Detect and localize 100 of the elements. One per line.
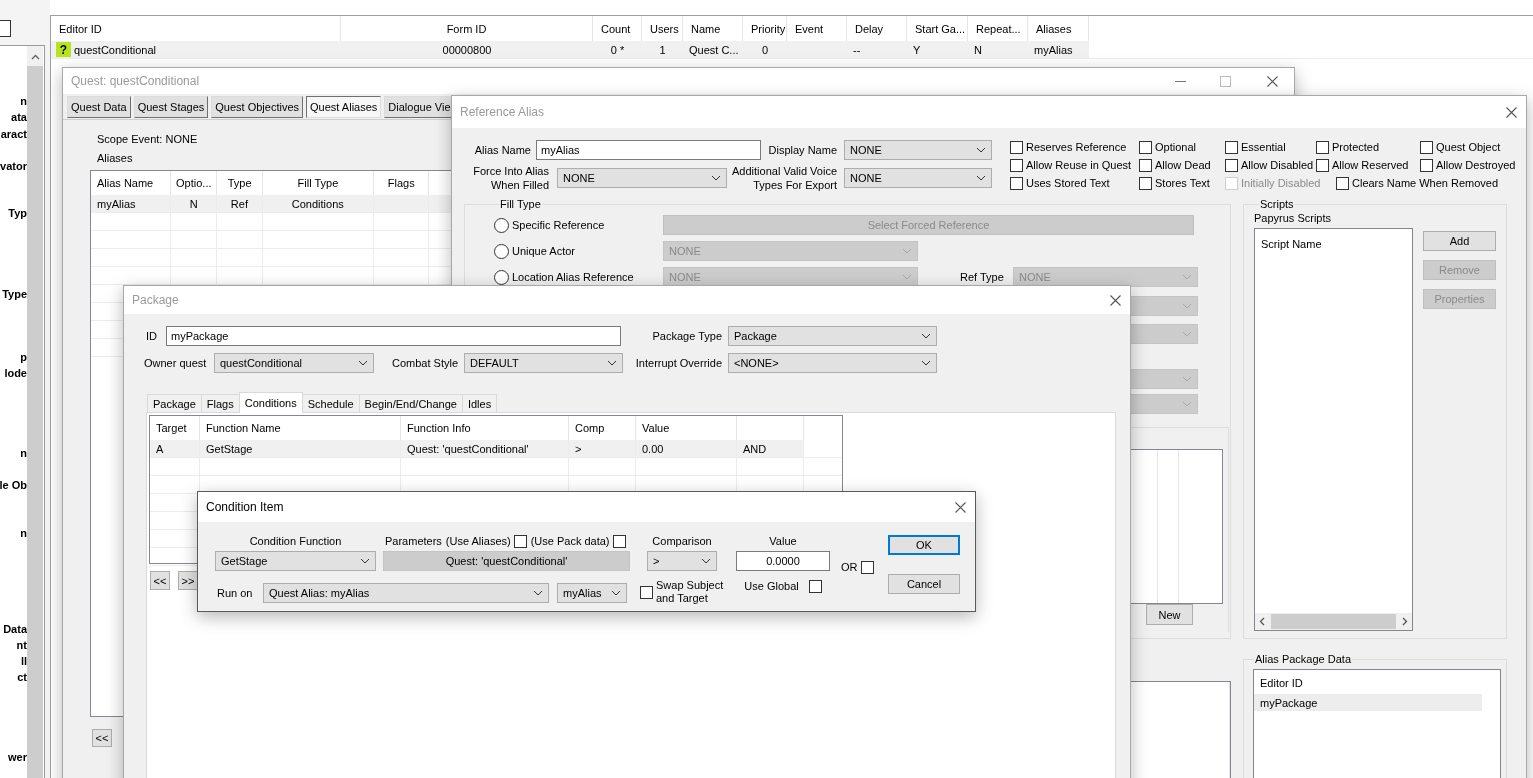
checkbox[interactable]: Protected <box>1316 141 1420 154</box>
checkbox[interactable]: Allow Dead <box>1139 159 1225 172</box>
checkbox[interactable]: Clears Name When Removed <box>1336 177 1520 190</box>
dropdown[interactable]: DEFAULT <box>464 353 623 373</box>
dropdown[interactable]: NONE <box>844 140 992 160</box>
checkbox[interactable]: (Use Pack data) <box>530 534 626 548</box>
table-cell: 0 * <box>593 41 642 58</box>
field-label: Combat Style <box>390 357 458 369</box>
close-icon[interactable] <box>1506 106 1517 118</box>
script-button[interactable]: Add <box>1423 231 1496 251</box>
sidebar-item[interactable]: ll <box>20 653 27 669</box>
sidebar-item[interactable]: Type <box>2 286 27 302</box>
nav-button[interactable]: << <box>150 571 170 590</box>
table-row[interactable]: A GetStage Quest: 'questConditional' > 0.00 AND <box>150 440 842 458</box>
table-row[interactable]: ? questConditional 00000800 0 * 1 Quest C... 0 -- Y N myAlias <box>51 41 1533 58</box>
parameter-field[interactable]: Quest: 'questConditional' <box>383 551 630 571</box>
tab[interactable]: Quest Stages <box>133 96 209 118</box>
dropdown[interactable]: <NONE> <box>728 353 937 373</box>
checkbox[interactable]: OR <box>841 561 874 574</box>
checkbox[interactable]: Allow Reuse in Quest <box>1010 159 1139 172</box>
table-cell: Quest C... <box>683 41 743 58</box>
field-label: Value <box>769 535 797 547</box>
checkbox[interactable]: Allow Destroyed <box>1420 159 1520 172</box>
sidebar-item[interactable]: wer <box>8 749 27 765</box>
ok-button[interactable]: OK <box>888 535 960 555</box>
tab[interactable]: Idles <box>461 394 498 413</box>
scope-event-label: Scope Event: NONE <box>97 132 199 146</box>
tab[interactable]: Conditions <box>238 392 303 413</box>
dropdown[interactable]: > <box>647 551 717 571</box>
sidebar-item[interactable]: Data <box>3 621 27 637</box>
window-title: Quest: questConditional <box>71 74 201 88</box>
field-label: ID <box>146 330 158 342</box>
dropdown[interactable]: questConditional <box>214 353 374 373</box>
checkbox[interactable]: Reserves Reference <box>1010 141 1139 154</box>
table-cell: ? questConditional <box>51 41 341 58</box>
list-item[interactable]: myPackage <box>1254 694 1482 711</box>
dropdown[interactable]: NONE <box>557 168 727 188</box>
tab[interactable]: Quest Aliases <box>306 96 382 118</box>
scrollbar[interactable] <box>27 46 43 778</box>
checkbox[interactable]: Uses Stored Text <box>1010 177 1139 190</box>
checkbox[interactable]: (Use Aliases) <box>445 534 527 548</box>
sidebar-item[interactable]: n <box>20 525 27 541</box>
sidebar-item[interactable]: p <box>20 349 27 365</box>
close-icon[interactable] <box>1267 75 1278 87</box>
sidebar-item[interactable]: aract <box>0 126 27 142</box>
sidebar-item[interactable]: Typ <box>8 205 27 221</box>
sidebar-item[interactable]: lode <box>4 365 27 381</box>
id-field[interactable]: myPackage <box>166 326 621 346</box>
checkbox[interactable]: Optional <box>1139 141 1225 154</box>
group-label: Scripts <box>1259 198 1295 210</box>
nav-button[interactable]: << <box>92 729 112 747</box>
tab[interactable]: Quest Data <box>67 96 131 118</box>
checkbox[interactable]: Swap Subject and Target <box>640 579 724 605</box>
radio-button[interactable]: Location Alias Reference <box>494 269 663 285</box>
column-header[interactable]: Editor ID <box>1254 670 1500 694</box>
checkbox[interactable]: Stores Text <box>1139 177 1225 190</box>
dropdown[interactable]: NONE <box>844 168 992 188</box>
search-field[interactable] <box>0 20 11 37</box>
checkbox[interactable]: Quest Object <box>1420 141 1520 154</box>
scrollbar[interactable] <box>1255 613 1412 630</box>
alias-name-field[interactable]: myAlias <box>536 140 761 160</box>
checkbox[interactable]: Allow Disabled <box>1225 159 1316 172</box>
tab[interactable]: Quest Objectives <box>211 96 304 118</box>
radio-button[interactable]: Unique Actor <box>494 243 663 259</box>
close-icon[interactable] <box>955 501 966 513</box>
field-label: Parameters <box>385 535 442 547</box>
nav-button[interactable]: >> <box>178 571 198 590</box>
dropdown[interactable]: Quest Alias: myAlias <box>263 583 549 603</box>
close-icon[interactable] <box>1110 294 1121 306</box>
dropdown[interactable]: myAlias <box>557 583 627 603</box>
scroll-right-icon[interactable] <box>1402 617 1408 626</box>
group-label: Alias Package Data <box>1254 653 1352 665</box>
checkbox[interactable]: Allow Reserved <box>1316 159 1420 172</box>
tab[interactable]: Begin/End/Change <box>358 394 463 413</box>
table-cell: 0.00 <box>636 440 737 457</box>
sidebar-item[interactable]: n <box>20 445 27 461</box>
sidebar-item[interactable]: ct <box>17 669 27 685</box>
table-cell: > <box>569 440 636 457</box>
tab[interactable]: Flags <box>200 394 240 413</box>
cancel-button[interactable]: Cancel <box>888 574 960 594</box>
scroll-left-icon[interactable] <box>1259 617 1265 626</box>
radio-button[interactable]: Specific Reference <box>494 217 663 233</box>
sidebar-item[interactable]: le Ob <box>0 477 27 493</box>
sidebar-item[interactable]: nt <box>16 637 27 653</box>
sidebar-item[interactable]: vator <box>0 158 27 174</box>
table-cell: myAlias <box>91 195 172 212</box>
sidebar-item[interactable]: ata <box>11 109 27 125</box>
checkbox[interactable]: Use Global <box>744 580 822 593</box>
new-button[interactable]: New <box>1146 604 1193 625</box>
tab[interactable]: Package <box>147 394 202 413</box>
field-label: Ref Type <box>960 271 1005 283</box>
column-header[interactable]: Script Name <box>1255 229 1412 613</box>
table-cell: A <box>150 440 200 457</box>
scroll-up-icon[interactable] <box>30 54 40 60</box>
dropdown[interactable]: Package <box>728 326 937 346</box>
field-label: Force Into Alias When Filled <box>472 164 549 192</box>
value-field[interactable]: 0.0000 <box>736 551 830 571</box>
sidebar-item[interactable]: n <box>20 93 27 109</box>
checkbox[interactable]: Essential <box>1225 141 1316 154</box>
dropdown[interactable]: GetStage <box>215 551 376 571</box>
